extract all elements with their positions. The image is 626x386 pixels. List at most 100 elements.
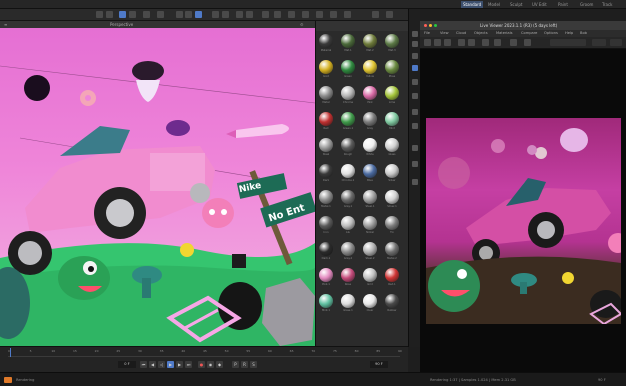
takes-icon[interactable] (412, 65, 418, 71)
material-swatch[interactable]: Pink.1 (318, 267, 334, 289)
render-pause-icon[interactable] (434, 39, 441, 46)
render-settings-icon[interactable] (222, 11, 229, 18)
material-swatch[interactable]: Tin (384, 215, 400, 237)
material-swatch[interactable]: Silver (384, 163, 400, 185)
material-swatch[interactable]: Silver.1 (384, 189, 400, 211)
key-position-button[interactable]: P (232, 361, 239, 368)
render-stop-icon[interactable] (444, 39, 451, 46)
structure-icon[interactable] (412, 79, 418, 85)
material-swatch[interactable]: Glass (384, 137, 400, 159)
material-swatch[interactable]: Nickel (362, 215, 378, 237)
material-swatch[interactable]: Gold (318, 59, 334, 81)
region-render-icon[interactable] (458, 39, 465, 46)
zoom-field[interactable] (592, 39, 606, 46)
close-window-icon[interactable] (424, 24, 427, 27)
material-swatch[interactable]: Moss (384, 59, 400, 81)
material-swatch[interactable]: Steel (318, 137, 334, 159)
material-swatch[interactable]: Mat.1 (340, 33, 356, 55)
material-swatch[interactable]: Dark.1 (318, 241, 334, 263)
coord-system-icon[interactable] (195, 11, 202, 18)
samples-field[interactable] (610, 39, 622, 46)
timeline-ruler[interactable]: 0 5 10 15 20 25 30 35 40 45 50 55 60 65 70 75 80 85 90 (8, 348, 402, 357)
histogram-icon[interactable] (524, 39, 531, 46)
record-button[interactable]: ● (198, 361, 205, 368)
material-swatch[interactable]: Rubber (384, 293, 400, 315)
attributes-icon[interactable] (412, 41, 418, 47)
tab-uv-edit[interactable]: UV Edit (530, 1, 549, 8)
content-browser-icon[interactable] (412, 179, 418, 185)
viewport-options-icon[interactable]: ⚙ (300, 21, 304, 28)
material-swatch[interactable]: Chrome (340, 85, 356, 107)
menu-file[interactable]: File (424, 30, 430, 37)
tab-paint[interactable]: Paint (556, 1, 570, 8)
next-key-button[interactable]: ▶ (176, 361, 183, 368)
menu-cloud[interactable]: Cloud (456, 30, 466, 37)
camera-icon[interactable] (330, 11, 337, 18)
menu-bob[interactable]: Bob (580, 30, 587, 37)
tab-groom[interactable]: Groom (578, 1, 595, 8)
material-swatch[interactable]: Metal (318, 85, 334, 107)
material-swatch[interactable]: Alu (340, 215, 356, 237)
camera-select-icon[interactable] (482, 39, 489, 46)
material-swatch[interactable]: Rose (340, 267, 356, 289)
play-backward-button[interactable]: ◁ (158, 361, 165, 368)
y-axis-icon[interactable] (185, 11, 192, 18)
minimize-window-icon[interactable] (429, 24, 432, 27)
redo-icon[interactable] (106, 11, 113, 18)
search-icon[interactable] (386, 11, 393, 18)
object-manager-icon[interactable] (412, 31, 418, 37)
viewport-menu-view[interactable]: ≡ (4, 21, 7, 28)
menu-objects[interactable]: Objects (474, 30, 488, 37)
menu-compare[interactable]: Compare (521, 30, 537, 37)
rotate-tool-icon[interactable] (143, 11, 150, 18)
key-rotation-button[interactable]: R (241, 361, 248, 368)
material-swatch[interactable]: Gray.2 (340, 241, 356, 263)
field-icon[interactable] (302, 11, 309, 18)
material-swatch[interactable]: Clear (362, 293, 378, 315)
first-frame-button[interactable]: ⏮ (140, 361, 147, 368)
material-manager-icon[interactable] (372, 11, 379, 18)
material-swatch[interactable]: Metal.2 (384, 241, 400, 263)
viewport-3d[interactable]: Nike No Ent (0, 28, 315, 346)
material-swatch[interactable]: Dark (318, 163, 334, 185)
material-swatch[interactable]: Mat.2 (362, 33, 378, 55)
autokey-button[interactable]: ◉ (207, 361, 214, 368)
render-queue-icon[interactable] (412, 145, 418, 151)
end-frame-field[interactable]: 90 F (370, 361, 388, 368)
select-tool-icon[interactable] (157, 11, 164, 18)
render-mode-dropdown[interactable] (550, 39, 586, 46)
menu-materials[interactable]: Materials (496, 30, 512, 37)
layers-icon[interactable] (412, 53, 418, 59)
material-swatch[interactable]: Green.1 (340, 111, 356, 133)
tab-model[interactable]: Model (486, 1, 502, 8)
material-swatch[interactable]: Gray (362, 111, 378, 133)
node-editor-icon[interactable] (412, 109, 418, 115)
material-swatch[interactable]: Steel.2 (362, 241, 378, 263)
light-icon[interactable] (344, 11, 351, 18)
scene-icon[interactable] (316, 11, 323, 18)
material-swatch[interactable]: Green (340, 59, 356, 81)
asset-browser-icon[interactable] (412, 93, 418, 99)
cube-icon[interactable] (236, 11, 243, 18)
menu-view[interactable]: View (440, 30, 449, 37)
menu-help[interactable]: Help (565, 30, 573, 37)
material-swatch[interactable]: Red (318, 111, 334, 133)
material-swatch[interactable]: Gray.1 (340, 189, 356, 211)
render-view-icon[interactable] (212, 11, 219, 18)
material-swatch[interactable]: Glass.1 (340, 293, 356, 315)
material-swatch[interactable]: Material (318, 33, 334, 55)
tab-track[interactable]: Track (600, 1, 614, 8)
coordinates-icon[interactable] (412, 123, 418, 129)
material-swatch[interactable]: Mint (384, 111, 400, 133)
kernel-select-icon[interactable] (494, 39, 501, 46)
render-start-icon[interactable] (424, 39, 431, 46)
picture-viewer-icon[interactable] (412, 161, 418, 167)
material-swatch[interactable]: Yellow (362, 59, 378, 81)
material-swatch[interactable]: Rough (340, 137, 356, 159)
material-swatch[interactable]: Iron (318, 215, 334, 237)
maximize-window-icon[interactable] (434, 24, 437, 27)
current-frame-field[interactable]: 0 F (118, 361, 136, 368)
material-swatch[interactable]: Blue (362, 163, 378, 185)
material-swatch[interactable]: Grid (362, 267, 378, 289)
last-frame-button[interactable]: ⏭ (185, 361, 192, 368)
